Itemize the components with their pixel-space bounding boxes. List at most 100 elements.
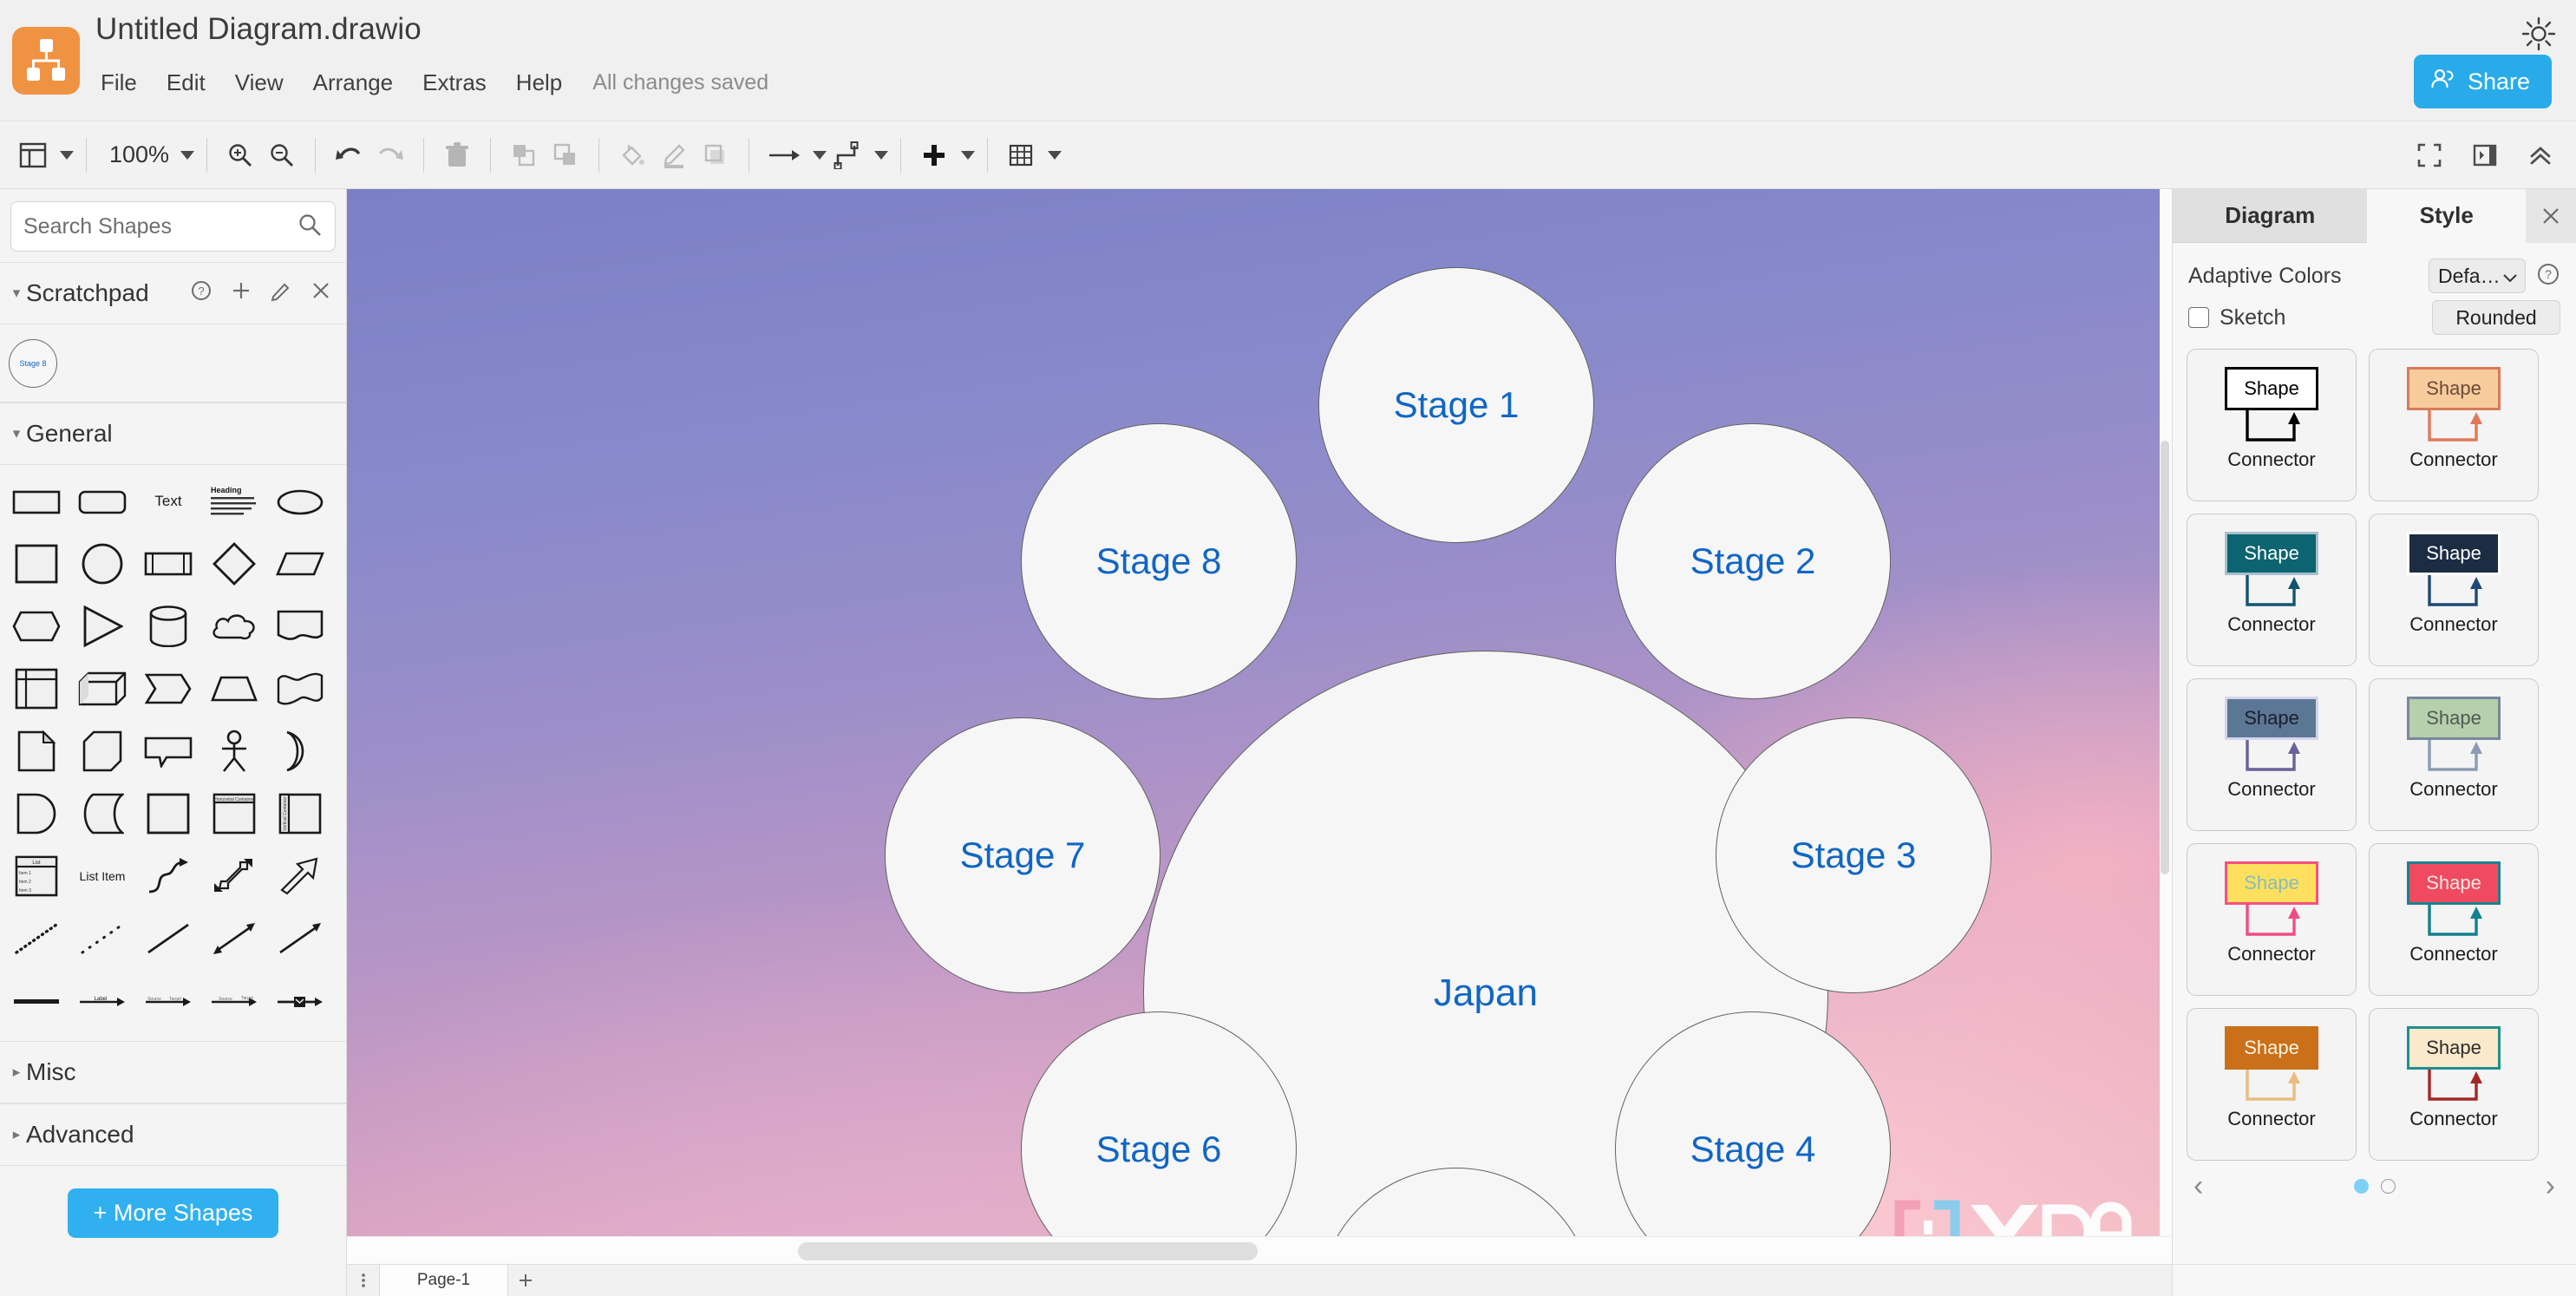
rounded-button[interactable]: Rounded (2432, 300, 2560, 335)
search-input[interactable] (23, 213, 297, 239)
shape-dashed-line[interactable] (72, 909, 133, 968)
trash-icon[interactable] (436, 133, 478, 178)
sketch-checkbox[interactable] (2188, 307, 2209, 328)
shape-directional-connector[interactable] (270, 909, 330, 968)
search-shapes-box[interactable] (10, 201, 336, 252)
stage-node-8[interactable]: Stage 8 (1021, 423, 1297, 699)
menu-help[interactable]: Help (501, 66, 577, 100)
menu-edit[interactable]: Edit (152, 66, 220, 100)
grid-table-icon[interactable] (1000, 133, 1042, 178)
shape-thick-line[interactable] (6, 972, 67, 1031)
style-preset-7[interactable]: Shape Connector (2369, 843, 2539, 996)
vertical-scroll-thumb[interactable] (2161, 441, 2169, 874)
pager-dot-2[interactable] (2380, 1178, 2396, 1194)
shape-trapezoid[interactable] (204, 659, 265, 718)
shape-bidirectional-arrow[interactable] (204, 847, 265, 906)
shape-horizontal-pool[interactable]: Horizontal Container (204, 784, 265, 843)
shape-parallelogram[interactable] (270, 534, 330, 593)
chevron-down-icon[interactable] (874, 150, 889, 160)
shape-or[interactable] (270, 722, 330, 781)
style-preset-5[interactable]: Shape Connector (2369, 678, 2539, 831)
style-preset-3[interactable]: Shape Connector (2369, 514, 2539, 666)
shape-list-item[interactable]: List Item (72, 847, 133, 906)
pencil-line-icon[interactable] (653, 133, 695, 178)
shape-callout[interactable] (138, 722, 199, 781)
tab-diagram[interactable]: Diagram (2173, 189, 2368, 243)
more-shapes-button[interactable]: + More Shapes (67, 1188, 279, 1238)
style-preset-1[interactable]: Shape Connector (2369, 349, 2539, 501)
tab-style[interactable]: Style (2367, 189, 2527, 243)
sketch-control[interactable]: Sketch (2188, 305, 2422, 331)
elbow-connector-icon[interactable] (827, 133, 868, 178)
shape-source-target-label-edge[interactable]: Source Target (204, 972, 265, 1031)
shape-circle[interactable] (72, 534, 133, 593)
section-header-general[interactable]: ▾ General (0, 403, 346, 465)
edit-pencil-icon[interactable] (270, 279, 292, 308)
shape-bidirectional-connector[interactable] (204, 909, 265, 968)
shape-double-arrow[interactable] (72, 784, 133, 843)
chevron-down-icon[interactable] (813, 150, 827, 160)
shape-internal-storage[interactable] (6, 659, 67, 718)
style-preset-4[interactable]: Shape Connector (2187, 678, 2357, 831)
chevron-down-icon[interactable] (180, 150, 195, 160)
shape-tape[interactable] (270, 659, 330, 718)
shape-text[interactable]: Text (138, 472, 199, 531)
shape-list[interactable]: List Item 1 Item 2 Item 3 (6, 847, 67, 906)
search-icon[interactable] (297, 212, 323, 242)
stage-node-1[interactable]: Stage 1 (1318, 267, 1594, 543)
canvas-vertical-scrollbar[interactable] (2158, 189, 2172, 1296)
scratchpad-shape-stage8[interactable]: Stage 8 (9, 338, 57, 388)
page-tab-1[interactable]: Page-1 (380, 1265, 508, 1296)
adaptive-colors-select[interactable]: Defa… (2429, 259, 2526, 293)
close-icon[interactable] (310, 279, 332, 308)
section-header-advanced[interactable]: ▸ Advanced (0, 1103, 346, 1166)
shape-rectangle[interactable] (6, 472, 67, 531)
shape-source-target-edge[interactable]: Source Target (138, 972, 199, 1031)
shape-cloud[interactable] (204, 597, 265, 656)
style-preset-8[interactable]: Shape Connector (2187, 1008, 2357, 1161)
chevron-left-icon[interactable]: ‹ (2194, 1171, 2203, 1201)
stage-node-3[interactable]: Stage 3 (1716, 717, 1991, 993)
arrow-right-icon[interactable] (762, 133, 807, 178)
diagram-canvas[interactable]: Japan Stage 1 Stage 2 Stage 3 Stage 4 St… (347, 189, 2172, 1296)
magnifier-plus-icon[interactable] (219, 133, 261, 178)
style-preset-9[interactable]: Shape Connector (2369, 1008, 2539, 1161)
shape-delay[interactable] (6, 784, 67, 843)
shape-rounded-rectangle[interactable] (72, 472, 133, 531)
shape-triangle[interactable] (72, 597, 133, 656)
style-preset-6[interactable]: Shape Connector (2187, 843, 2357, 996)
menu-extras[interactable]: Extras (408, 66, 501, 100)
undo-arrow-icon[interactable] (328, 133, 369, 178)
plus-icon[interactable] (508, 1265, 543, 1296)
shape-container[interactable] (138, 784, 199, 843)
chevron-down-icon[interactable] (60, 150, 74, 160)
section-header-misc[interactable]: ▸ Misc (0, 1041, 346, 1103)
shape-textbox-heading[interactable]: Heading (204, 472, 265, 531)
shape-hexagon[interactable] (6, 597, 67, 656)
fullscreen-icon[interactable] (2411, 133, 2448, 178)
stage-node-2[interactable]: Stage 2 (1615, 423, 1891, 699)
chevron-right-icon[interactable]: › (2546, 1171, 2555, 1201)
shape-actor[interactable] (204, 722, 265, 781)
shape-step[interactable] (138, 659, 199, 718)
shape-card[interactable] (72, 722, 133, 781)
shape-labeled-edge[interactable]: Label (72, 972, 133, 1031)
close-icon[interactable] (2526, 189, 2576, 243)
chevron-down-icon[interactable] (1048, 150, 1062, 160)
shape-cube[interactable] (72, 659, 133, 718)
shape-diamond[interactable] (204, 534, 265, 593)
menu-view[interactable]: View (220, 66, 298, 100)
shape-dotted-line[interactable] (6, 909, 67, 968)
canvas-horizontal-scrollbar[interactable] (347, 1236, 2172, 1264)
shape-edge-with-box[interactable] (270, 972, 330, 1031)
pages-menu-icon[interactable] (347, 1265, 380, 1296)
menu-arrange[interactable]: Arrange (298, 66, 409, 100)
question-circle-icon[interactable]: ? (2536, 262, 2560, 291)
question-circle-icon[interactable]: ? (190, 279, 212, 308)
redo-arrow-icon[interactable] (369, 133, 411, 178)
shape-process[interactable] (138, 534, 199, 593)
plus-icon[interactable] (230, 279, 252, 308)
style-preset-2[interactable]: Shape Connector (2187, 514, 2357, 666)
sun-icon[interactable] (2520, 16, 2557, 52)
chevron-double-up-icon[interactable] (2522, 133, 2559, 178)
